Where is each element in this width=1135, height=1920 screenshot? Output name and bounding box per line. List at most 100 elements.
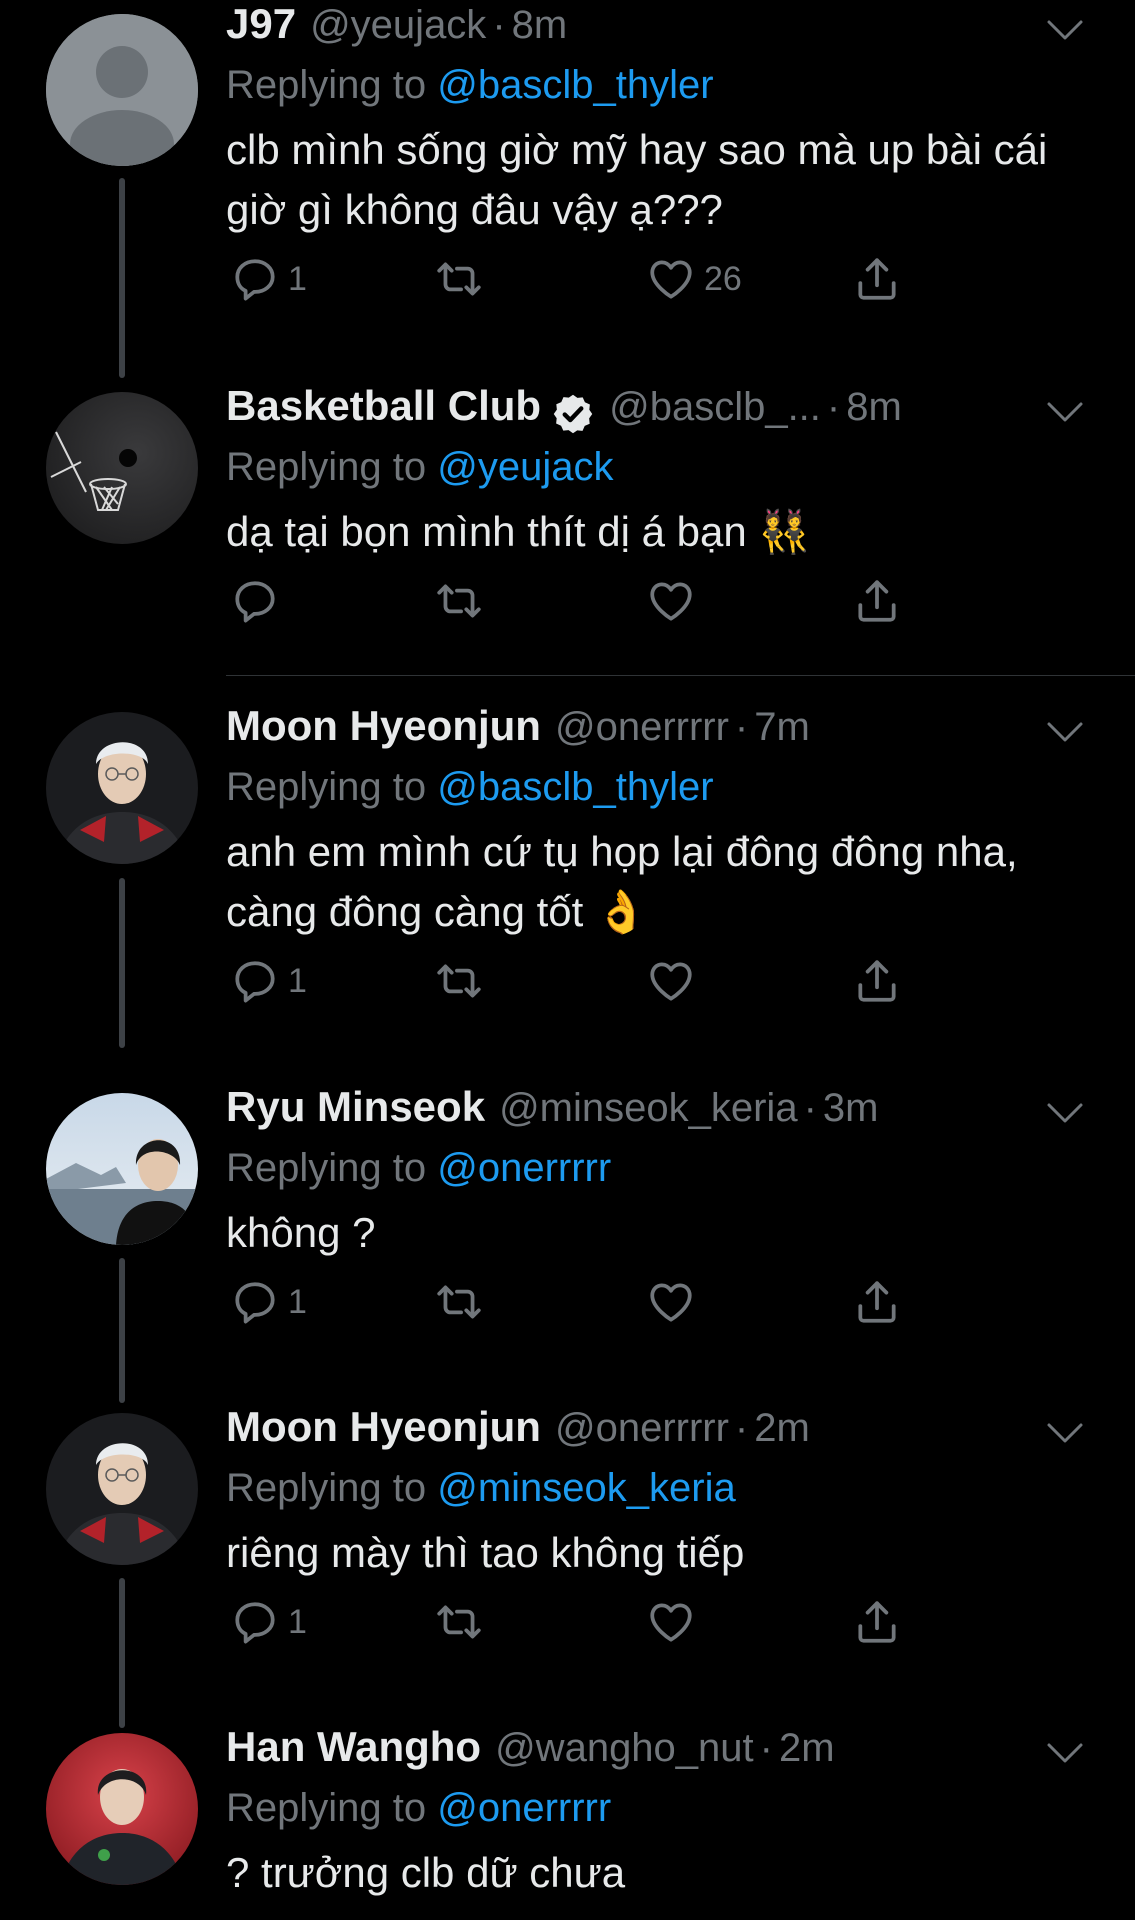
reply-count: 1 <box>288 961 307 1000</box>
reply-icon <box>230 956 280 1006</box>
tweet-text: không ? <box>226 1209 376 1256</box>
timestamp[interactable]: 7m <box>754 705 810 750</box>
user-handle[interactable]: @minseok_keria <box>499 1086 798 1131</box>
replying-to-link[interactable]: @basclb_thyler <box>437 765 713 809</box>
verified-badge-icon <box>553 394 593 434</box>
timestamp[interactable]: 2m <box>754 1406 810 1451</box>
reply-button[interactable]: 1 <box>230 956 307 1006</box>
replying-prefix: Replying to <box>226 1146 438 1190</box>
tweet[interactable]: Ryu Minseok @minseok_keria · 3m Replying… <box>0 1083 1135 1383</box>
reply-button[interactable] <box>230 576 288 626</box>
retweet-button[interactable] <box>434 1597 492 1647</box>
player-avatar-icon <box>46 1733 198 1885</box>
display-name[interactable]: Ryu Minseok <box>226 1083 485 1131</box>
share-icon <box>852 1277 902 1327</box>
share-button[interactable] <box>852 1277 902 1327</box>
chevron-down-icon[interactable] <box>1045 720 1085 744</box>
chevron-down-icon[interactable] <box>1045 400 1085 424</box>
action-bar: 1 <box>226 956 1105 1016</box>
like-button[interactable] <box>646 1597 704 1647</box>
timestamp[interactable]: 8m <box>846 385 902 430</box>
replying-to: Replying to @basclb_thyler <box>226 758 1105 816</box>
action-bar: 1 26 <box>226 254 1105 314</box>
user-handle[interactable]: @wangho_nut <box>495 1726 754 1771</box>
reply-icon <box>230 576 280 626</box>
display-name[interactable]: Moon Hyeonjun <box>226 1403 541 1451</box>
like-button[interactable] <box>646 1277 704 1327</box>
replying-to-link[interactable]: @onerrrrr <box>437 1786 611 1830</box>
action-bar <box>226 576 1105 636</box>
heart-icon <box>646 956 696 1006</box>
like-button[interactable] <box>646 956 704 1006</box>
retweet-button[interactable] <box>434 1277 492 1327</box>
reply-button[interactable]: 1 <box>230 1597 307 1647</box>
share-button[interactable] <box>852 1597 902 1647</box>
replying-to: Replying to @basclb_thyler <box>226 56 1105 114</box>
chevron-down-icon[interactable] <box>1045 1741 1085 1765</box>
like-button[interactable]: 26 <box>646 254 742 304</box>
avatar-player[interactable] <box>46 1413 198 1565</box>
tweet-text: dạ tại bọn mình thít dị á bạn 👯 <box>226 508 811 555</box>
tweet[interactable]: Han Wangho @wangho_nut · 2m Replying to … <box>0 1723 1135 1920</box>
chevron-down-icon[interactable] <box>1045 18 1085 42</box>
replying-prefix: Replying to <box>226 1466 438 1510</box>
reply-button[interactable]: 1 <box>230 254 307 304</box>
retweet-icon <box>434 576 484 626</box>
replying-prefix: Replying to <box>226 765 438 809</box>
replying-to: Replying to @minseok_keria <box>226 1459 1105 1517</box>
retweet-button[interactable] <box>434 254 492 304</box>
share-icon <box>852 254 902 304</box>
replying-to-link[interactable]: @yeujack <box>437 445 613 489</box>
tweet-text: clb mình sống giờ mỹ hay sao mà up bài c… <box>226 126 1048 233</box>
like-count: 26 <box>704 259 742 298</box>
avatar-player[interactable] <box>46 712 198 864</box>
timestamp[interactable]: 8m <box>512 3 568 48</box>
user-handle[interactable]: @basclb_... <box>609 385 821 430</box>
reply-icon <box>230 254 280 304</box>
reply-count: 1 <box>288 1602 307 1641</box>
player-avatar-icon <box>46 1093 198 1245</box>
replying-to-link[interactable]: @onerrrrr <box>437 1146 611 1190</box>
basketball-hoop-icon <box>46 392 198 544</box>
reply-count: 1 <box>288 1282 307 1321</box>
tweet[interactable]: Moon Hyeonjun @onerrrrr · 7m Replying to… <box>0 702 1135 1062</box>
tweet[interactable]: Moon Hyeonjun @onerrrrr · 2m Replying to… <box>0 1403 1135 1703</box>
display-name[interactable]: Moon Hyeonjun <box>226 702 541 750</box>
share-button[interactable] <box>852 956 902 1006</box>
avatar-default[interactable] <box>46 14 198 166</box>
replying-to-link[interactable]: @minseok_keria <box>437 1466 736 1510</box>
chevron-down-icon[interactable] <box>1045 1101 1085 1125</box>
share-icon <box>852 1597 902 1647</box>
avatar-player[interactable] <box>46 1733 198 1885</box>
display-name[interactable]: Han Wangho <box>226 1723 481 1771</box>
retweet-button[interactable] <box>434 576 492 626</box>
like-button[interactable] <box>646 576 704 626</box>
separator-dot: · <box>734 1406 749 1450</box>
avatar-basketball[interactable] <box>46 392 198 544</box>
chevron-down-icon[interactable] <box>1045 1421 1085 1445</box>
avatar-player[interactable] <box>46 1093 198 1245</box>
share-button[interactable] <box>852 254 902 304</box>
divider <box>226 675 1135 676</box>
display-name[interactable]: Basketball Club <box>226 382 541 430</box>
replying-to: Replying to @onerrrrr <box>226 1779 1105 1837</box>
separator-dot: · <box>803 1086 817 1130</box>
separator-dot: · <box>492 3 506 47</box>
replying-to-link[interactable]: @basclb_thyler <box>437 63 713 107</box>
display-name[interactable]: J97 <box>226 0 296 48</box>
reply-count: 1 <box>288 259 307 298</box>
timestamp[interactable]: 2m <box>779 1726 835 1771</box>
timestamp[interactable]: 3m <box>823 1086 879 1131</box>
separator-dot: · <box>826 385 841 429</box>
user-handle[interactable]: @onerrrrr <box>555 705 729 750</box>
retweet-button[interactable] <box>434 956 492 1006</box>
user-handle[interactable]: @onerrrrr <box>555 1406 729 1451</box>
tweet[interactable]: J97 @yeujack · 8m Replying to @basclb_th… <box>0 0 1135 360</box>
reply-button[interactable]: 1 <box>230 1277 307 1327</box>
tweet-text: riêng mày thì tao không tiếp <box>226 1529 745 1576</box>
user-handle[interactable]: @yeujack <box>310 3 486 48</box>
share-icon <box>852 956 902 1006</box>
share-button[interactable] <box>852 576 902 626</box>
replying-prefix: Replying to <box>226 63 438 107</box>
tweet[interactable]: Basketball Club @basclb_... · 8m Replyin… <box>0 382 1135 672</box>
